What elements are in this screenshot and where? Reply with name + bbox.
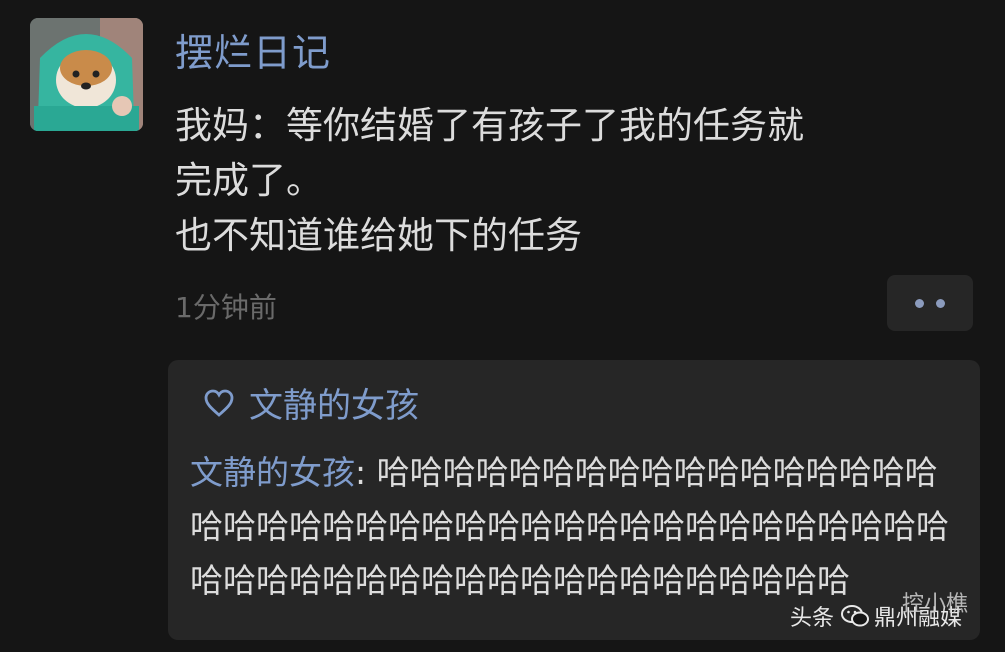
likes-row: 文静的女孩 — [203, 378, 419, 427]
likes-comments-panel: 文静的女孩 文静的女孩: 哈哈哈哈哈哈哈哈哈哈哈哈哈哈哈哈哈哈哈哈哈哈哈哈哈哈哈… — [168, 360, 980, 640]
avatar-image — [30, 18, 143, 131]
like-user-name[interactable]: 文静的女孩 — [249, 378, 419, 427]
watermark-platform: 头条 — [790, 606, 835, 631]
post-time: 1分钟前 — [175, 291, 277, 324]
post-username[interactable]: 摆烂日记 — [175, 22, 331, 77]
comment-item[interactable]: 文静的女孩: 哈哈哈哈哈哈哈哈哈哈哈哈哈哈哈哈哈哈哈哈哈哈哈哈哈哈哈哈哈哈哈哈哈… — [190, 446, 970, 608]
heart-icon — [204, 389, 234, 417]
comment-author[interactable]: 文静的女孩 — [190, 453, 355, 492]
more-dots-icon — [915, 298, 924, 308]
avatar[interactable] — [30, 18, 143, 131]
more-dots-icon — [936, 298, 945, 308]
watermark-handle: 控小樵 — [902, 592, 969, 617]
wechat-icon — [841, 605, 870, 627]
watermark: 头条 鼎州融媒 控小樵 — [790, 592, 968, 632]
comment-separator: : — [355, 453, 377, 492]
more-button[interactable] — [887, 275, 973, 331]
post-text: 我妈：等你结婚了有孩子了我的任务就 完成了。 也不知道谁给她下的任务 — [175, 104, 804, 257]
